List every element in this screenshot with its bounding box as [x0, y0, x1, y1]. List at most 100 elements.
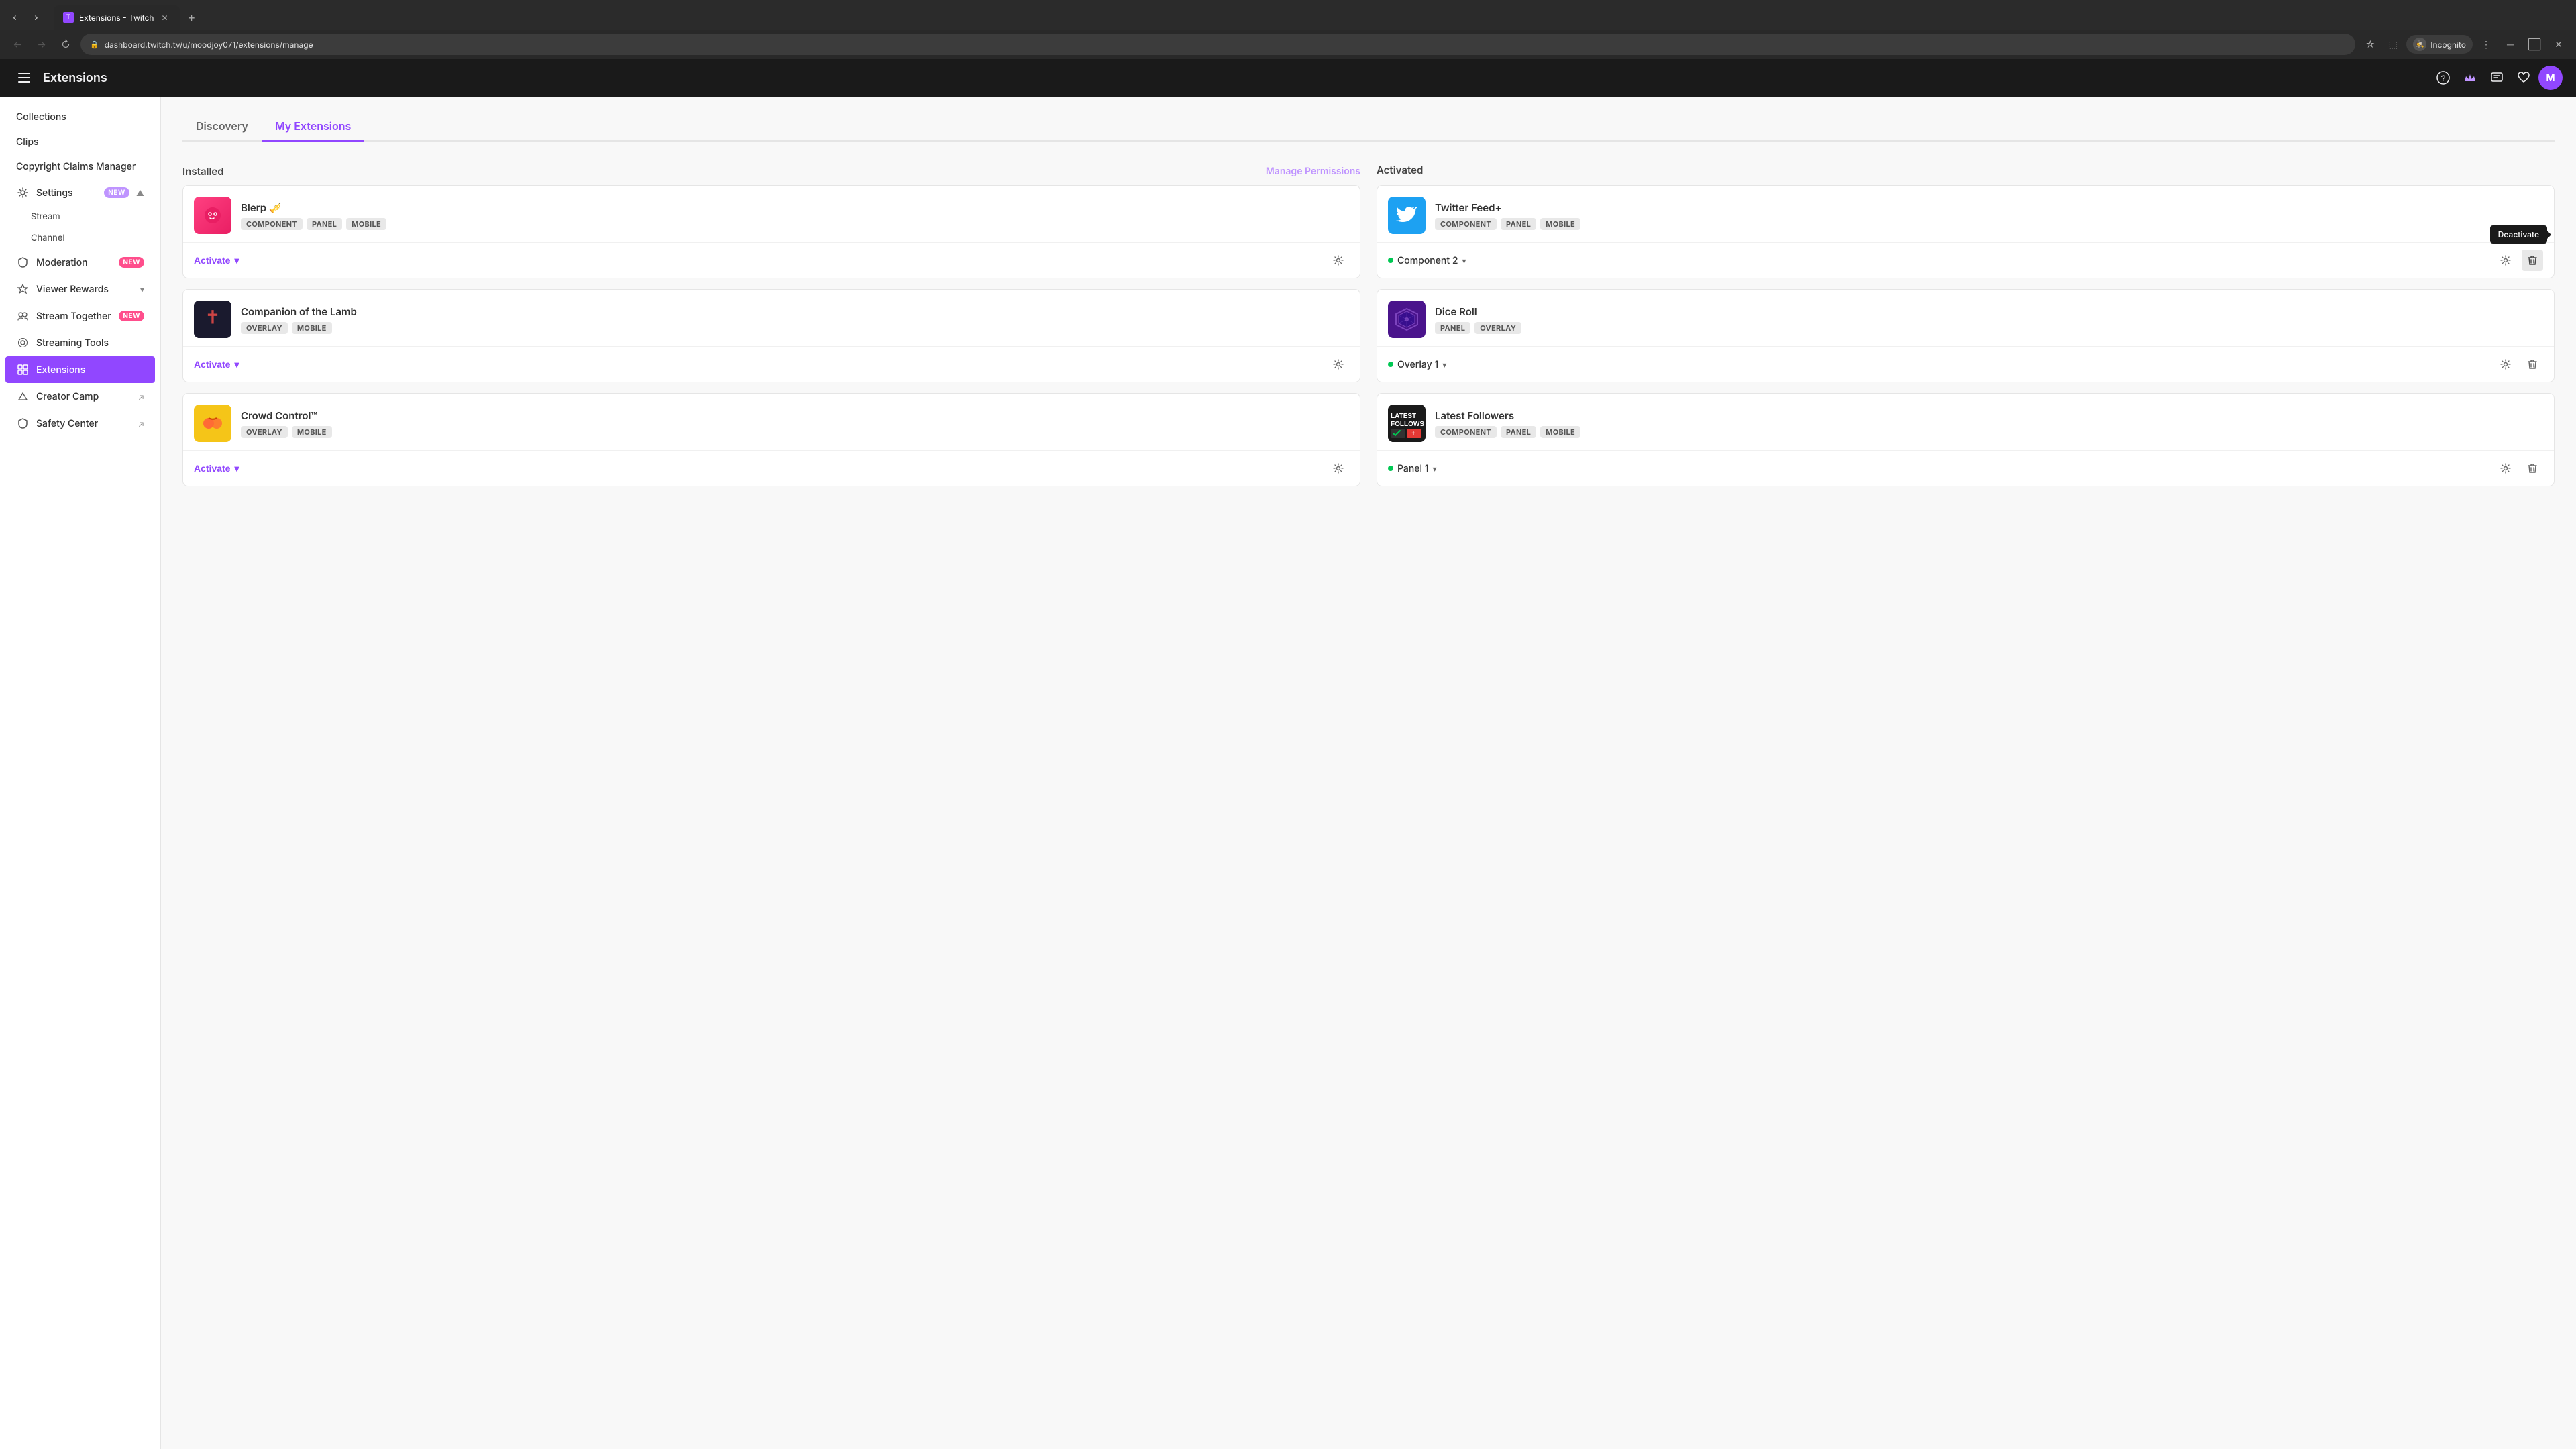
blerp-activate-button[interactable]: Activate ▾: [194, 255, 239, 266]
safety-center-icon: [16, 417, 30, 430]
dice-roll-card: Dice Roll PANEL OVERLAY Overlay 1: [1377, 289, 2555, 382]
new-tab-button[interactable]: +: [182, 8, 201, 27]
sidebar-item-stream-together[interactable]: Stream Together NEW: [5, 303, 155, 329]
safety-center-external-icon: ↗: [138, 419, 144, 429]
followers-settings-icon[interactable]: [2495, 458, 2516, 479]
dice-delete-icon[interactable]: [2522, 354, 2543, 375]
latest-followers-icon: LATEST FOLLOWS +: [1388, 405, 1426, 442]
extensions-grid: Blerp 🎺 COMPONENT PANEL MOBILE Activate: [182, 185, 2555, 497]
twitter-feed-card: Twitter Feed+ COMPONENT PANEL MOBILE: [1377, 185, 2555, 278]
tab-nav-left[interactable]: ‹: [5, 8, 24, 27]
crowd-control-name: Crowd Control™: [241, 409, 1349, 422]
sidebar-item-extensions[interactable]: Extensions: [5, 356, 155, 383]
forward-button[interactable]: →: [32, 35, 51, 54]
tab-nav-right[interactable]: ›: [27, 8, 46, 27]
twitter-active-slot[interactable]: Component 2 ▾: [1388, 255, 1466, 266]
crowd-control-card: Crowd Control™ OVERLAY MOBILE Activate ▾: [182, 393, 1360, 486]
sidebar-item-streaming-tools[interactable]: Streaming Tools: [5, 329, 155, 356]
crowd-control-activate-button[interactable]: Activate ▾: [194, 463, 239, 474]
dice-settings-icon[interactable]: [2495, 354, 2516, 375]
tab-close-button[interactable]: ✕: [160, 12, 170, 23]
followers-active-slot[interactable]: Panel 1 ▾: [1388, 463, 1437, 474]
sidebar-item-moderation[interactable]: Moderation NEW: [5, 249, 155, 276]
blerp-name: Blerp 🎺: [241, 201, 1349, 214]
sidebar-item-safety-center[interactable]: Safety Center ↗: [5, 410, 155, 437]
twitter-settings-icon[interactable]: [2495, 250, 2516, 271]
incognito-button[interactable]: 🕵 Incognito: [2406, 35, 2473, 54]
viewer-rewards-icon: [16, 282, 30, 296]
sidebar: Collections Clips Copyright Claims Manag…: [0, 97, 161, 1449]
crowd-tag-mobile: MOBILE: [292, 426, 332, 438]
stream-together-icon: [16, 309, 30, 323]
url-text: dashboard.twitch.tv/u/moodjoy071/extensi…: [105, 40, 2347, 50]
creator-camp-icon: [16, 390, 30, 403]
sidebar-item-creator-camp[interactable]: Creator Camp ↗: [5, 383, 155, 410]
help-button[interactable]: ?: [2431, 66, 2455, 90]
active-tab[interactable]: T Extensions - Twitch ✕: [54, 5, 180, 30]
hamburger-menu-button[interactable]: [13, 67, 35, 89]
followers-delete-icon[interactable]: [2522, 458, 2543, 479]
user-avatar-button[interactable]: M: [2538, 66, 2563, 90]
heart-button[interactable]: [2512, 66, 2536, 90]
activated-column: Twitter Feed+ COMPONENT PANEL MOBILE: [1377, 185, 2555, 497]
manage-permissions-link[interactable]: Manage Permissions: [1266, 163, 1360, 180]
companion-tag-overlay: OVERLAY: [241, 322, 288, 334]
bookmark-icon[interactable]: ☆: [2361, 35, 2379, 54]
tab-my-extensions[interactable]: My Extensions: [262, 113, 364, 142]
companion-icon: [194, 301, 231, 338]
sidebar-item-collections[interactable]: Collections: [5, 105, 155, 129]
companion-activate-button[interactable]: Activate ▾: [194, 359, 239, 370]
sidebar-item-settings[interactable]: Settings NEW ▲: [5, 179, 155, 206]
messages-button[interactable]: [2485, 66, 2509, 90]
address-bar[interactable]: 🔒 dashboard.twitch.tv/u/moodjoy071/exten…: [80, 34, 2355, 55]
blerp-settings-icon[interactable]: [1328, 250, 1349, 271]
activated-header: Activated: [1377, 164, 1423, 176]
stream-together-badge: NEW: [119, 311, 144, 321]
twitter-delete-icon[interactable]: [2522, 250, 2543, 271]
sidebar-toggle-icon[interactable]: ⬚: [2383, 35, 2402, 54]
crowd-control-icon: [194, 405, 231, 442]
maximize-button[interactable]: ⬜: [2525, 35, 2544, 54]
dice-active-slot[interactable]: Overlay 1 ▾: [1388, 359, 1446, 370]
crowd-control-settings-icon[interactable]: [1328, 458, 1349, 479]
blerp-icon: [194, 197, 231, 234]
dice-roll-icon: [1388, 301, 1426, 338]
blerp-tag-component: COMPONENT: [241, 218, 303, 230]
viewer-rewards-expand-icon: ▾: [140, 284, 144, 294]
sidebar-item-viewer-rewards[interactable]: Viewer Rewards ▾: [5, 276, 155, 303]
svg-text:?: ?: [2441, 74, 2446, 83]
tab-discovery[interactable]: Discovery: [182, 113, 262, 142]
moderation-badge: NEW: [119, 257, 144, 268]
twitter-tag-component: COMPONENT: [1435, 218, 1497, 230]
browser-menu-icon[interactable]: ⋮: [2477, 35, 2496, 54]
close-browser-button[interactable]: ✕: [2549, 35, 2568, 54]
sidebar-item-clips[interactable]: Clips: [5, 129, 155, 154]
streaming-tools-icon: [16, 336, 30, 350]
companion-tag-mobile: MOBILE: [292, 322, 332, 334]
blerp-card: Blerp 🎺 COMPONENT PANEL MOBILE Activate: [182, 185, 1360, 278]
minimize-button[interactable]: ─: [2501, 35, 2520, 54]
back-button[interactable]: ←: [8, 35, 27, 54]
companion-settings-icon[interactable]: [1328, 354, 1349, 375]
incognito-label: Incognito: [2430, 40, 2466, 50]
dice-roll-name: Dice Roll: [1435, 305, 2543, 318]
avatar-letter: M: [2546, 72, 2555, 84]
sidebar-item-copyright[interactable]: Copyright Claims Manager: [5, 154, 155, 179]
tabs-row: Discovery My Extensions: [182, 113, 2555, 142]
settings-expand-icon: ▲: [136, 188, 144, 198]
app-title: Extensions: [43, 71, 2431, 85]
creator-camp-external-icon: ↗: [138, 392, 144, 402]
sidebar-item-channel[interactable]: Channel: [0, 227, 160, 249]
settings-badge: NEW: [104, 187, 129, 198]
followers-tag-mobile: MOBILE: [1540, 426, 1580, 438]
twitter-feed-name: Twitter Feed+: [1435, 201, 2543, 214]
blerp-tag-panel: PANEL: [307, 218, 342, 230]
crown-icon-button[interactable]: [2458, 66, 2482, 90]
moderation-icon: [16, 256, 30, 269]
installed-header: Installed: [182, 165, 224, 178]
refresh-button[interactable]: ↻: [56, 35, 75, 54]
dice-active-dot: [1388, 362, 1393, 367]
sidebar-item-stream[interactable]: Stream: [0, 206, 160, 227]
followers-tag-component: COMPONENT: [1435, 426, 1497, 438]
latest-followers-card: LATEST FOLLOWS + Latest Followers: [1377, 393, 2555, 486]
